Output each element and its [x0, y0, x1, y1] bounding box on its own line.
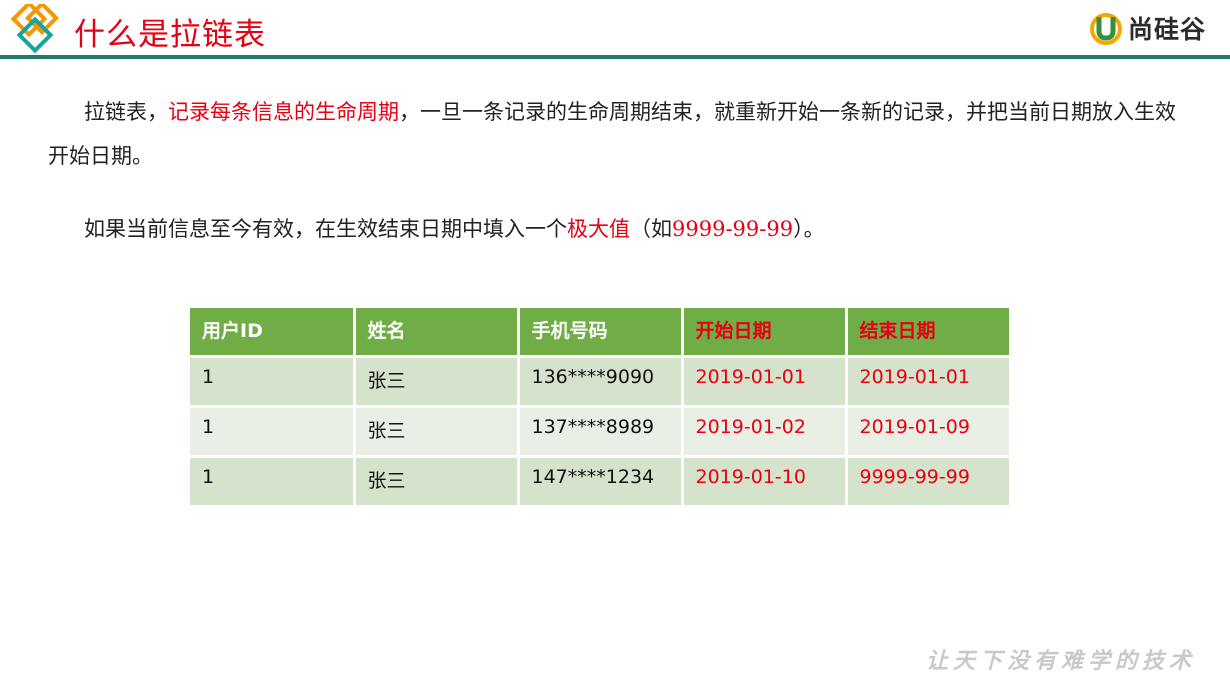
diamond-logo-icon: [10, 4, 59, 54]
slide-title: 什么是拉链表: [74, 17, 266, 53]
cell-name: 张三: [354, 406, 520, 458]
brand-u-icon: [1089, 13, 1122, 45]
table-row: 1 张三 147****1234 2019-01-10 9999-99-99: [190, 456, 1012, 508]
p2-highlight: 极大值: [567, 217, 630, 241]
definition-paragraph: 拉链表，记录每条信息的生命周期，一旦一条记录的生命周期结束，就重新开始一条新的记…: [48, 90, 1188, 178]
cell-user-id: 1: [190, 356, 356, 408]
header-divider: [0, 55, 1230, 59]
cell-end-date: 2019-01-01: [846, 356, 1012, 408]
cell-start-date: 2019-01-02: [682, 406, 848, 458]
cell-name: 张三: [354, 456, 520, 508]
cell-start-date: 2019-01-10: [682, 456, 848, 508]
p1-highlight: 记录每条信息的生命周期: [168, 100, 399, 124]
brand-logo: 尚硅谷: [1089, 10, 1206, 46]
table-row: 1 张三 136****9090 2019-01-01 2019-01-01: [190, 356, 1012, 408]
slide-header: 什么是拉链表 尚硅谷: [0, 0, 1230, 60]
table-row: 1 张三 137****8989 2019-01-02 2019-01-09: [190, 406, 1012, 458]
header-start-date: 开始日期: [682, 308, 848, 358]
header-phone: 手机号码: [518, 308, 684, 358]
cell-phone: 147****1234: [518, 456, 684, 508]
cell-phone: 137****8989: [518, 406, 684, 458]
brand-name: 尚硅谷: [1127, 15, 1206, 44]
cell-phone: 136****9090: [518, 356, 684, 408]
max-value-paragraph: 如果当前信息至今有效，在生效结束日期中填入一个极大值（如9999-99-99）。: [48, 207, 1188, 251]
p1-text-a: 拉链表，: [84, 100, 168, 124]
cell-start-date: 2019-01-01: [682, 356, 848, 408]
header-user-id: 用户ID: [190, 308, 356, 358]
cell-end-date: 9999-99-99: [846, 456, 1012, 508]
header-name: 姓名: [354, 308, 520, 358]
p2-text-c: ）。: [793, 217, 825, 241]
table-header-row: 用户ID 姓名 手机号码 开始日期 结束日期: [190, 308, 1012, 358]
p2-text-a: 如果当前信息至今有效，在生效结束日期中填入一个: [84, 217, 567, 241]
cell-name: 张三: [354, 356, 520, 408]
p2-text-b: （如: [630, 217, 672, 241]
cell-user-id: 1: [190, 406, 356, 458]
cell-user-id: 1: [190, 456, 356, 508]
zipper-table: 用户ID 姓名 手机号码 开始日期 结束日期 1 张三 136****9090 …: [190, 308, 1012, 508]
footer-slogan: 让天下没有难学的技术: [925, 648, 1196, 674]
p2-value: 9999-99-99: [672, 217, 794, 241]
cell-end-date: 2019-01-09: [846, 406, 1012, 458]
header-end-date: 结束日期: [846, 308, 1012, 358]
